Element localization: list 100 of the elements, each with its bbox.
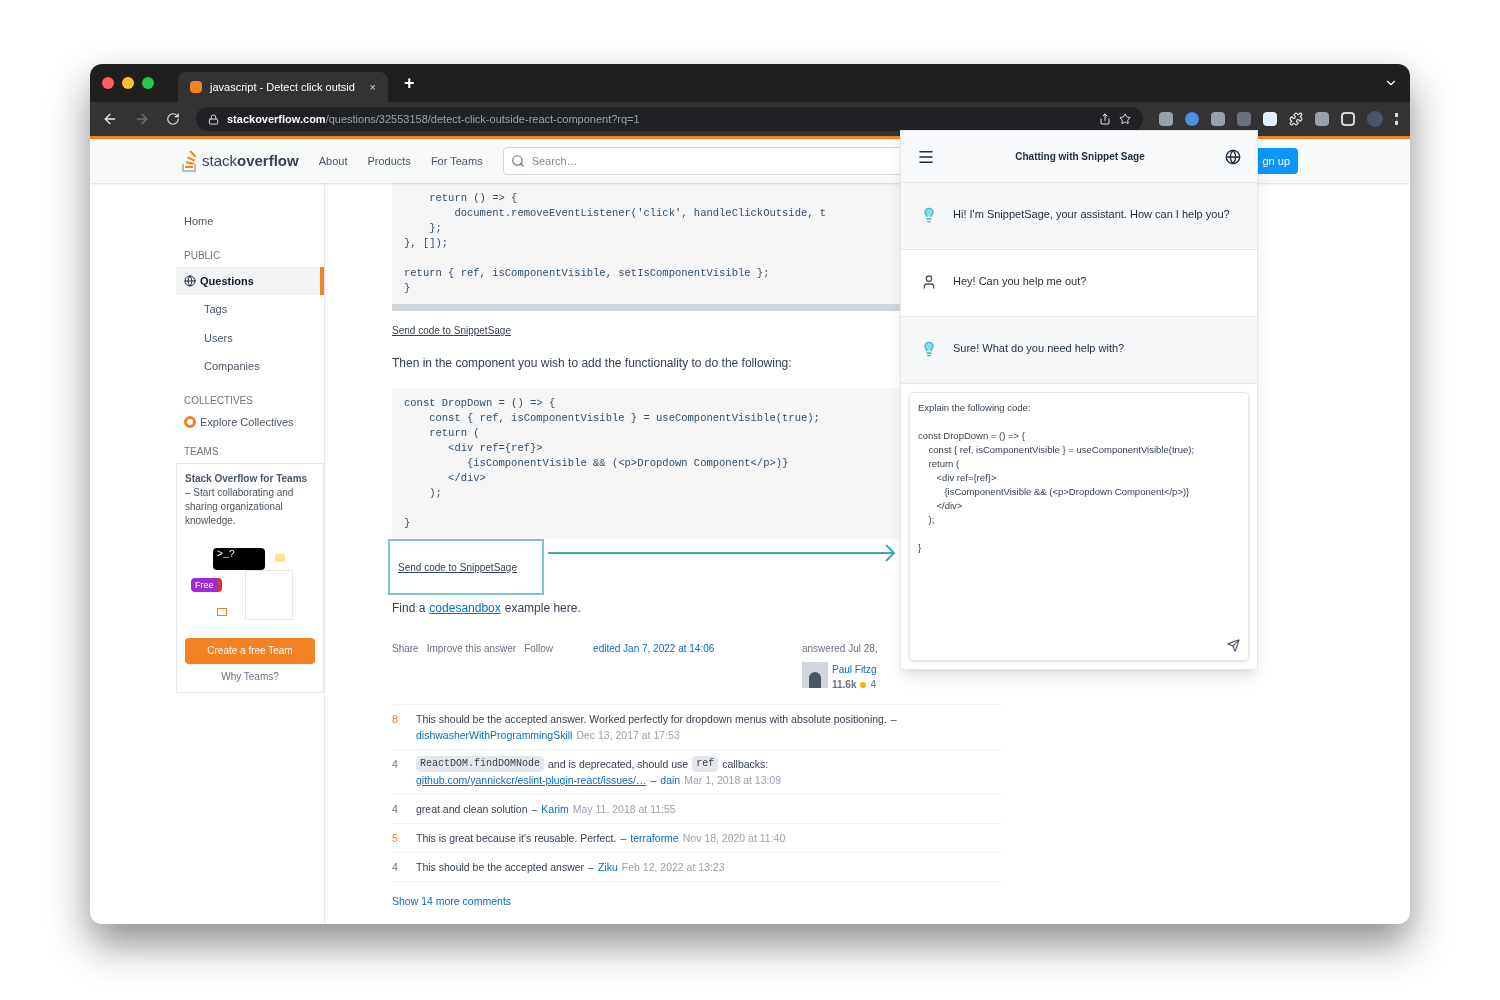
comment-author[interactable]: dishwasherWithProgrammingSkill <box>416 727 573 743</box>
message-input[interactable]: Explain the following code: const DropDown = () => { const { ref, isComponentVisible } = useComponentVisible(true); return ( <div ref={ref}> {isComponentVisible && (<p>Dropdown Component</p>)} </div> ); } <box>909 392 1249 661</box>
more-icon[interactable] <box>1395 113 1398 125</box>
comment-dash: – <box>531 802 538 817</box>
comment-text: This is great because it's reusable. Perfect. <box>416 831 617 846</box>
comment-text: This should be the accepted answer. Worked perfectly for dropdown menus with absolute positioning. <box>416 712 887 727</box>
extension-icon[interactable] <box>1185 112 1199 126</box>
comment-score: 8 <box>392 712 399 727</box>
sidebar-item[interactable]: Questions <box>176 266 324 295</box>
comment-score: 4 <box>392 860 399 875</box>
extension-icon[interactable] <box>1263 112 1277 126</box>
chat-title: Chatting with Snippet Sage <box>1014 150 1146 164</box>
sidebar-heading: TEAMS <box>183 445 220 459</box>
answer-paragraph: Then in the component you wish to add the functionality to do the following: <box>392 355 793 372</box>
answer-text: Find a <box>392 600 426 617</box>
codesandbox-link[interactable]: codesandbox <box>429 599 501 617</box>
comment-date: Dec 13, 2017 at 17:53 <box>576 728 680 743</box>
comment-date: Mar 1, 2018 at 13:09 <box>684 773 782 788</box>
user-reputation: 11.6k <box>832 678 857 692</box>
sidebar-item[interactable]: Users <box>176 323 324 352</box>
comment-author[interactable]: terraforme <box>630 830 679 846</box>
teams-description: Stack Overflow for Teams – Start collaborating and sharing organizational knowledge. <box>185 472 309 528</box>
horizontal-scrollbar[interactable] <box>392 304 900 311</box>
post-menu-link[interactable]: Share <box>392 641 419 656</box>
inline-code: ref <box>692 756 719 772</box>
inline-code: ReactDOM.findDOMNode <box>416 756 545 772</box>
comment-link[interactable]: github.com/yannickcr/eslint-plugin-react/issues/… <box>416 772 647 788</box>
comment-date: Feb 12, 2022 at 13:23 <box>621 860 725 875</box>
browser-tab[interactable]: javascript - Detect click outsid × <box>178 72 388 102</box>
send-code-link[interactable]: Send code to SnippetSage <box>392 323 511 338</box>
comment-score: 4 <box>392 802 399 817</box>
answered-date: answered Jul 28, <box>802 642 879 656</box>
url-host: stackoverflow.com <box>227 111 326 127</box>
sidebar-item[interactable]: Explore Collectives <box>176 411 324 432</box>
forward-icon[interactable] <box>134 111 150 127</box>
show-more-comments-link[interactable]: Show 14 more comments <box>392 894 512 910</box>
tab-title: javascript - Detect click outsid <box>210 79 355 95</box>
terminal-prompt: >_? <box>213 548 265 570</box>
nav-link[interactable]: For Teams <box>430 152 483 170</box>
collective-icon <box>184 415 196 428</box>
comment-author[interactable]: Ziku <box>597 859 618 875</box>
extensions-icon[interactable] <box>1289 112 1303 126</box>
send-icon[interactable] <box>1227 639 1240 652</box>
comment-text: and is deprecated, should use <box>548 757 689 772</box>
nav-link[interactable]: Products <box>367 152 411 170</box>
extension-icon[interactable] <box>1211 112 1225 126</box>
new-tab-button[interactable]: + <box>404 69 415 97</box>
free-label: Free <box>191 578 222 592</box>
sidebar-item[interactable]: Tags <box>176 295 324 324</box>
address-field[interactable]: stackoverflow.com/questions/32553158/detect-click-outside-react-component?rq=1 <box>196 107 1143 131</box>
why-teams-link[interactable]: Why Teams? <box>221 670 279 684</box>
search-field[interactable]: Search… <box>502 147 903 175</box>
comment-author[interactable]: Karim <box>541 801 569 817</box>
badge-count: 4 <box>870 678 877 692</box>
nav-link[interactable]: About <box>318 152 348 170</box>
back-icon[interactable] <box>102 111 118 127</box>
sidebar-heading: COLLECTIVES <box>183 393 254 408</box>
extension-icon[interactable] <box>1315 112 1329 126</box>
minimize-window-icon[interactable] <box>122 77 134 89</box>
sidebar-item[interactable]: Companies <box>176 352 324 381</box>
url-path: /questions/32553158/detect-click-outside-react-component?rq=1 <box>325 111 640 127</box>
comment-text: great and clean solution <box>416 802 528 817</box>
comment-dash: – <box>650 773 657 788</box>
comment-score: 4 <box>392 757 399 772</box>
comment-dash: – <box>588 860 594 875</box>
send-code-link[interactable]: Send code to SnippetSage <box>398 559 517 575</box>
comment-dash: – <box>890 712 897 727</box>
sidebar-heading: PUBLIC <box>183 248 222 263</box>
search-icon <box>510 154 525 168</box>
comment-date: May 11, 2018 at 11:55 <box>572 802 676 817</box>
comment-text: callbacks: <box>722 757 769 772</box>
user-name[interactable]: Paul Fitzg <box>832 662 877 677</box>
user-avatar <box>802 662 828 688</box>
comment-text: This should be the accepted answer <box>416 860 585 875</box>
post-menu-link[interactable]: Follow <box>524 641 554 656</box>
site-logo[interactable]: stackoverflow <box>202 149 299 173</box>
share-icon[interactable] <box>1099 113 1111 125</box>
lightbulb-icon <box>921 341 937 357</box>
answer-text: example here. <box>504 600 581 617</box>
lock-icon <box>208 113 219 125</box>
sidebar-item[interactable]: Home <box>176 207 324 236</box>
close-window-icon[interactable] <box>102 77 114 89</box>
comment-author[interactable]: dain <box>660 772 681 788</box>
tab-close[interactable]: × <box>369 78 376 96</box>
comment-date: Nov 18, 2020 at 11:40 <box>682 831 786 846</box>
reload-icon[interactable] <box>166 112 180 126</box>
post-menu-link[interactable]: Improve this answer <box>426 641 517 656</box>
sidebar-icon[interactable] <box>1341 112 1355 126</box>
site-favicon <box>190 81 202 93</box>
user-icon <box>921 274 937 290</box>
maximize-window-icon[interactable] <box>142 77 154 89</box>
edited-link[interactable]: edited Jan 7, 2022 at 14:06 <box>593 641 715 656</box>
globe-icon <box>184 274 196 287</box>
globe-icon[interactable] <box>1225 148 1241 165</box>
extension-icon[interactable] <box>1159 112 1173 126</box>
bookmark-icon[interactable] <box>1119 113 1131 125</box>
comment-score: 5 <box>392 831 399 846</box>
comment-dash: – <box>620 831 627 846</box>
lightbulb-icon <box>921 207 937 223</box>
stack-logo-icon <box>182 150 198 172</box>
